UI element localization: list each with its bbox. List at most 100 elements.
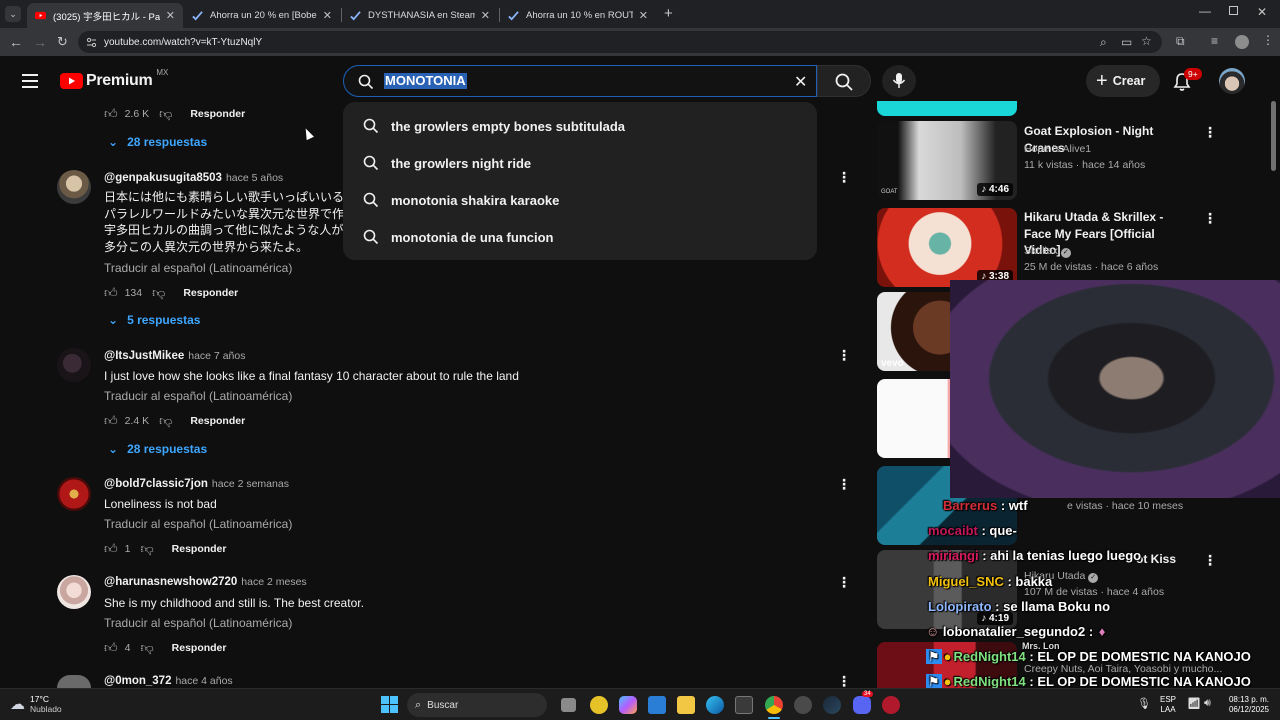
search-box[interactable]: MONOTONIA ✕ — [343, 65, 817, 97]
extensions-icon[interactable]: ⧉ — [1176, 35, 1185, 47]
suggestion-item[interactable]: monotonia shakira karaoke — [343, 182, 817, 218]
suggestion-item[interactable]: monotonia de una funcion — [343, 219, 817, 255]
thumbs-down-icon[interactable]: 👎︎ — [140, 541, 153, 557]
thumbs-up-icon[interactable]: 👍︎ — [104, 541, 118, 557]
forward-arrow-icon[interactable]: → — [33, 35, 47, 49]
thumbs-up-icon[interactable]: 👍︎ — [104, 106, 118, 122]
thumbs-down-icon[interactable]: 👎︎ — [140, 640, 153, 656]
tab-steam-bober[interactable]: Ahorra un 20 % en [Bober Bros] ✕ — [184, 3, 340, 28]
video-thumbnail[interactable] — [877, 101, 1017, 116]
app-icon[interactable] — [794, 696, 812, 714]
comment-menu-icon[interactable]: ⋮ — [837, 348, 851, 362]
comment-author[interactable]: @genpakusugita8503 hace 5 años — [104, 172, 283, 184]
thumbs-down-icon[interactable]: 👎︎ — [159, 106, 172, 122]
app-icon[interactable] — [735, 696, 753, 714]
comment-author[interactable]: @0mon_372 hace 4 años — [104, 675, 233, 687]
comment-menu-icon[interactable]: ⋮ — [837, 674, 851, 688]
wifi-icon[interactable]: 📶︎ — [1187, 697, 1201, 710]
suggestion-item[interactable]: the growlers empty bones subtitulada — [343, 108, 817, 144]
avatar[interactable] — [57, 575, 91, 609]
profile-avatar[interactable] — [1235, 35, 1249, 49]
site-info-icon[interactable] — [86, 37, 97, 48]
close-window-icon[interactable]: ✕ — [1257, 5, 1267, 19]
copilot-icon[interactable] — [619, 696, 637, 714]
view-replies-button[interactable]: ⌄ 28 respuestas — [108, 135, 207, 149]
video-menu-icon[interactable]: ⋮ — [1203, 211, 1217, 225]
tab-steam-routine[interactable]: Ahorra un 10 % en ROUTINE en ✕ — [500, 3, 656, 28]
steam-icon[interactable] — [823, 696, 841, 714]
clock[interactable]: 08:13 p. m. 06/12/2025 — [1221, 695, 1269, 715]
close-tab-icon[interactable]: ✕ — [481, 9, 490, 22]
zoom-icon[interactable]: ⌕ — [1100, 36, 1107, 48]
reply-button[interactable]: Responder — [190, 415, 245, 427]
sidebar-scrollbar[interactable] — [1271, 101, 1276, 171]
suggestion-item[interactable]: the growlers night ride — [343, 145, 817, 181]
video-menu-icon[interactable]: ⋮ — [1203, 553, 1217, 567]
search-button[interactable] — [817, 65, 871, 97]
thumbs-up-icon[interactable]: 👍︎ — [104, 413, 118, 429]
reply-button[interactable]: Responder — [172, 543, 227, 555]
comment-menu-icon[interactable]: ⋮ — [837, 477, 851, 491]
close-tab-icon[interactable]: ✕ — [323, 9, 332, 22]
translate-link[interactable]: Traducir al español (Latinoamérica) — [104, 389, 292, 403]
chrome-menu-icon[interactable]: ⋮ — [1262, 34, 1274, 46]
language-indicator[interactable]: ESP LAA — [1160, 695, 1176, 715]
tab-search-button[interactable]: ⌄ — [5, 6, 21, 22]
close-tab-icon[interactable]: ✕ — [166, 9, 175, 22]
restore-icon[interactable] — [1229, 6, 1238, 15]
view-replies-button[interactable]: ⌄ 28 respuestas — [108, 442, 207, 456]
hamburger-menu-icon[interactable] — [22, 74, 38, 88]
avatar[interactable] — [57, 348, 91, 382]
start-button[interactable] — [381, 696, 398, 713]
tab-youtube[interactable]: (3025) 宇多田ヒカル - Passion ~ ✕ — [27, 3, 183, 28]
avatar[interactable] — [57, 170, 91, 204]
avatar[interactable] — [57, 477, 91, 511]
chrome-icon[interactable] — [765, 696, 783, 714]
avatar[interactable] — [57, 675, 91, 688]
video-channel[interactable]: Hope Is Alive1 — [1024, 143, 1091, 155]
video-title[interactable]: ot Kiss — [1136, 551, 1186, 568]
video-channel[interactable]: Skrillex ✓ — [1024, 245, 1071, 258]
app-icon[interactable] — [590, 696, 608, 714]
microphone-icon[interactable]: 🎙︎ — [1137, 697, 1151, 710]
reply-button[interactable]: Responder — [183, 287, 238, 299]
translate-link[interactable]: Traducir al español (Latinoamérica) — [104, 517, 292, 531]
translate-link[interactable]: Traducir al español (Latinoamérica) — [104, 616, 292, 630]
edge-icon[interactable] — [706, 696, 724, 714]
thumbs-up-icon[interactable]: 👍︎ — [104, 640, 118, 656]
reload-icon[interactable]: ↻ — [57, 35, 68, 48]
video-menu-icon[interactable]: ⋮ — [1203, 125, 1217, 139]
notifications-button[interactable]: 9+ — [1172, 68, 1202, 97]
reading-list-icon[interactable]: ≡ — [1211, 35, 1218, 47]
translate-link[interactable]: Traducir al español (Latinoamérica) — [104, 261, 292, 275]
close-tab-icon[interactable]: ✕ — [639, 9, 648, 22]
thumbs-down-icon[interactable]: 👎︎ — [152, 285, 165, 301]
clear-search-icon[interactable]: ✕ — [794, 72, 807, 92]
tab-steam-dysthanasia[interactable]: DYSTHANASIA en Steam ✕ — [342, 3, 498, 28]
new-tab-icon[interactable]: + — [664, 6, 673, 21]
voice-search-button[interactable] — [882, 65, 916, 97]
video-thumbnail[interactable]: GOAT ♪ 4:46 — [877, 121, 1017, 200]
bookmark-star-icon[interactable]: ☆ — [1141, 35, 1152, 47]
account-avatar[interactable] — [1219, 68, 1245, 94]
comment-author[interactable]: @bold7classic7jon hace 2 semanas — [104, 478, 289, 490]
reply-button[interactable]: Responder — [190, 108, 245, 120]
video-thumbnail[interactable]: ♪ 3:38 — [877, 208, 1017, 287]
minimize-icon[interactable]: — — [1199, 4, 1211, 18]
thumbs-up-icon[interactable]: 👍︎ — [104, 285, 118, 301]
youtube-premium-logo[interactable]: Premium MX — [60, 68, 168, 90]
comment-menu-icon[interactable]: ⋮ — [837, 575, 851, 589]
discord-icon[interactable]: 34 — [853, 691, 873, 714]
cast-icon[interactable]: ▭ — [1121, 36, 1132, 48]
comment-author[interactable]: @harunasnewshow2720 hace 2 meses — [104, 576, 307, 588]
address-bar[interactable]: youtube.com/watch?v=kT-YtuzNqlY ⌕ ▭ ☆ — [78, 31, 1162, 53]
back-arrow-icon[interactable]: ← — [9, 35, 23, 49]
store-icon[interactable] — [648, 696, 666, 714]
comment-menu-icon[interactable]: ⋮ — [837, 170, 851, 184]
reply-button[interactable]: Responder — [172, 642, 227, 654]
comment-author[interactable]: @ItsJustMikee hace 7 años — [104, 350, 245, 362]
weather-widget[interactable]: ☁ 17°C Nublado — [10, 694, 62, 714]
task-view-icon[interactable] — [561, 698, 576, 712]
thumbs-down-icon[interactable]: 👎︎ — [159, 413, 172, 429]
taskbar-search[interactable]: ⌕ Buscar — [407, 693, 547, 717]
